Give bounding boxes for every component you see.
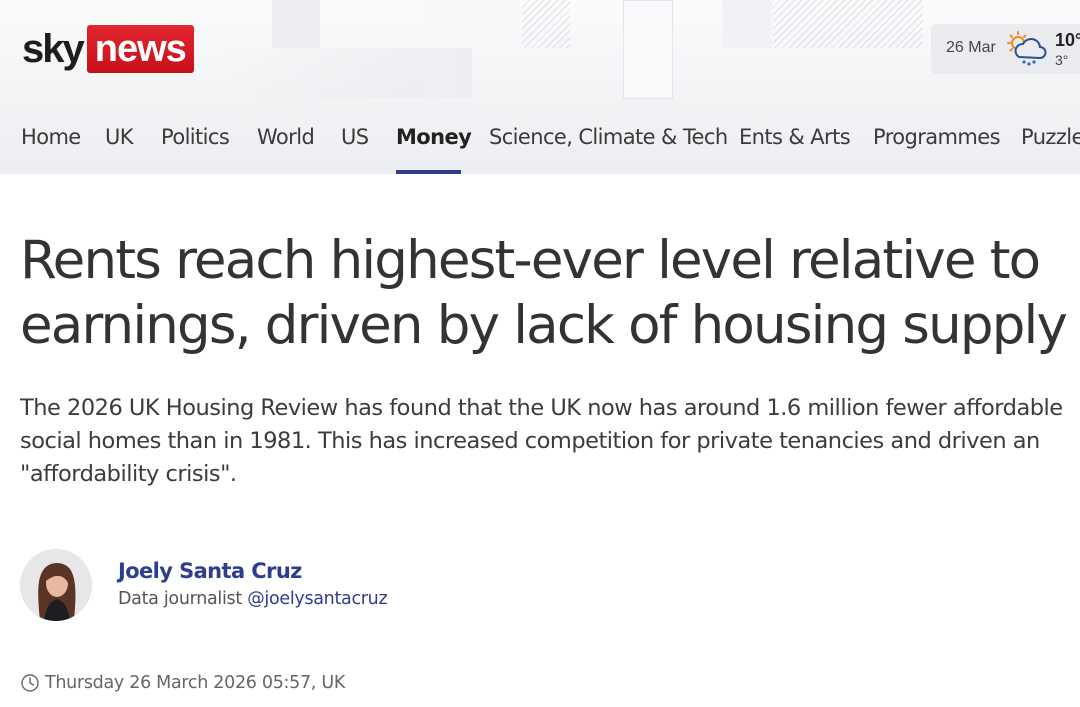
nav-item-money[interactable]: Money: [396, 125, 472, 149]
header-pattern-tile: [272, 0, 320, 48]
weather-low-temp: 3°: [1055, 52, 1069, 68]
logo-news-text: news: [86, 25, 194, 73]
header-pattern-tile: [222, 48, 472, 98]
nav-item-politics[interactable]: Politics: [161, 125, 230, 149]
article-standfirst: The 2026 UK Housing Review has found tha…: [20, 395, 1063, 487]
author-title: Data journalist: [118, 589, 242, 609]
nav-item-home[interactable]: Home: [21, 125, 81, 149]
site-header: sky news 26 Mar 10° 3° Home UK Politics …: [0, 0, 1080, 174]
active-tab-indicator: [396, 170, 461, 174]
author-role: Data journalist @joelysantacruz: [118, 589, 388, 609]
weather-widget[interactable]: 26 Mar 10° 3°: [931, 24, 1080, 74]
author-avatar[interactable]: [20, 549, 92, 621]
header-pattern-tile: [424, 0, 519, 48]
author-twitter-handle[interactable]: @joelysantacruz: [247, 589, 387, 609]
header-pattern-tile: [623, 0, 673, 99]
nav-item-programmes[interactable]: Programmes: [873, 125, 1001, 149]
header-pattern-tile: [722, 0, 772, 48]
author-name-link[interactable]: Joely Santa Cruz: [118, 559, 302, 583]
clock-icon: [21, 674, 39, 692]
weather-high-temp: 10°: [1055, 30, 1080, 50]
nav-item-world[interactable]: World: [257, 125, 315, 149]
header-pattern-tile: [522, 0, 570, 48]
partly-cloudy-sleet-icon: [1007, 31, 1047, 66]
nav-item-ents-arts[interactable]: Ents & Arts: [739, 125, 851, 149]
weather-date: 26 Mar: [946, 39, 996, 56]
author-byline: Joely Santa Cruz Data journalist @joelys…: [20, 549, 620, 621]
timestamp-text: Thursday 26 March 2026 05:57, UK: [45, 673, 346, 693]
nav-item-science-climate-tech[interactable]: Science, Climate & Tech: [489, 125, 728, 149]
nav-item-us[interactable]: US: [341, 125, 369, 149]
logo-sky-text: sky: [22, 27, 85, 71]
article-timestamp: Thursday 26 March 2026 05:57, UK: [20, 671, 345, 695]
author-portrait-image: [20, 549, 92, 621]
article-headline: Rents reach highest-ever level relative …: [20, 230, 1068, 356]
sky-news-logo[interactable]: sky news: [22, 25, 194, 73]
nav-item-puzzles[interactable]: Puzzles: [1021, 125, 1080, 149]
nav-item-uk[interactable]: UK: [105, 125, 134, 149]
header-pattern-tile: [773, 0, 923, 48]
main-navigation: Home UK Politics World US Money Science,…: [0, 112, 1080, 174]
